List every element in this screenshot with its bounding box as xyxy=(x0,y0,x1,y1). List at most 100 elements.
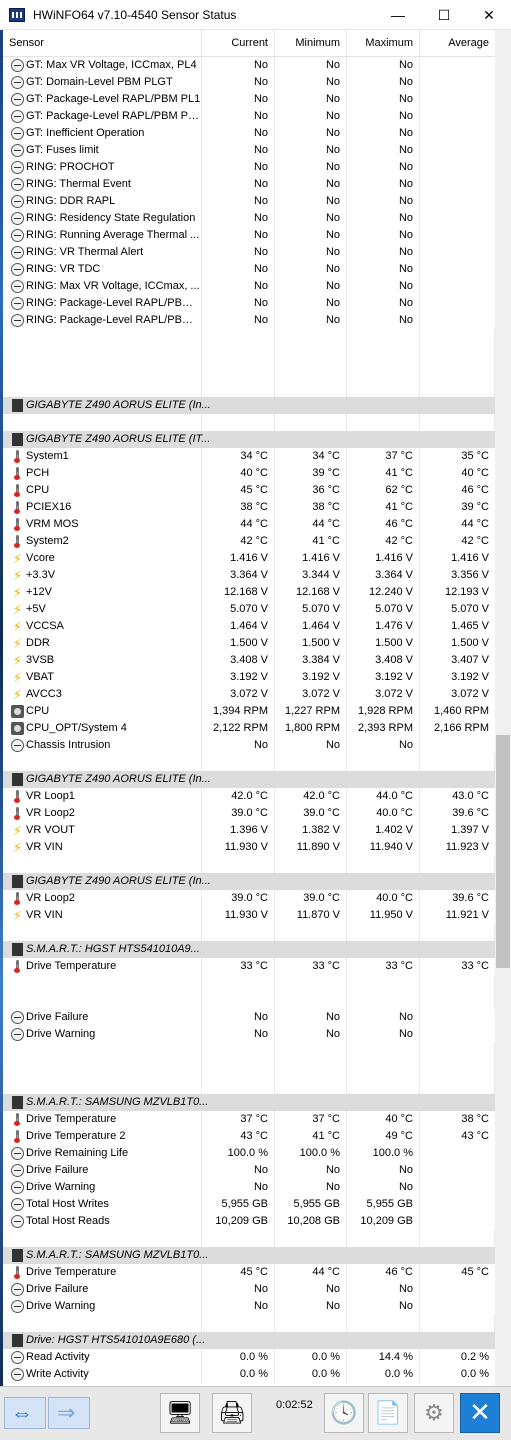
sensor-row[interactable]: RING: Thermal Event No No No xyxy=(3,176,495,193)
sensor-group-row[interactable]: GIGABYTE Z490 AORUS ELITE (IT... xyxy=(3,431,495,448)
sensor-row[interactable]: RING: Residency State Regulation No No No xyxy=(3,210,495,227)
sensor-row[interactable]: ⚡ 3VSB 3.408 V 3.384 V 3.408 V 3.407 V xyxy=(3,652,495,669)
minimum-value: 39.0 °C xyxy=(275,805,347,822)
sensor-row[interactable]: System1 34 °C 34 °C 37 °C 35 °C xyxy=(3,448,495,465)
sensor-row[interactable]: VRM MOS 44 °C 44 °C 46 °C 44 °C xyxy=(3,516,495,533)
sensor-row[interactable]: RING: PROCHOT No No No xyxy=(3,159,495,176)
minimum-value: 3.344 V xyxy=(275,567,347,584)
empty-cell xyxy=(3,346,202,363)
sensor-name: PCH xyxy=(3,465,202,482)
sensor-row[interactable]: ⚡ VR VIN 11.930 V 11.870 V 11.950 V 11.921 V xyxy=(3,907,495,924)
close-sensors-icon[interactable]: ✕ xyxy=(460,1393,500,1433)
sensor-row[interactable]: Read Activity 0.0 % 0.0 % 14.4 % 0.2 % xyxy=(3,1349,495,1366)
reset-clock-icon[interactable]: 🕓 xyxy=(324,1393,364,1433)
sensor-row[interactable]: RING: Package-Level RAPL/PBM PL1 No No No xyxy=(3,295,495,312)
sensor-row[interactable]: VR Loop2 39.0 °C 39.0 °C 40.0 °C 39.6 °C xyxy=(3,805,495,822)
sensor-row[interactable]: PCH 40 °C 39 °C 41 °C 40 °C xyxy=(3,465,495,482)
vertical-scrollbar[interactable] xyxy=(495,30,511,1388)
column-header-current[interactable]: Current xyxy=(202,30,275,57)
minimum-value: 1,227 RPM xyxy=(275,703,347,720)
sensor-row[interactable]: ⚡ DDR 1.500 V 1.500 V 1.500 V 1.500 V xyxy=(3,635,495,652)
sensor-row[interactable]: Drive Warning No No No xyxy=(3,1298,495,1315)
sensor-row[interactable]: ⚡ VCCSA 1.464 V 1.464 V 1.476 V 1.465 V xyxy=(3,618,495,635)
sensor-row[interactable]: Write Activity 0.0 % 0.0 % 0.0 % 0.0 % xyxy=(3,1366,495,1383)
sensor-group-row[interactable]: GIGABYTE Z490 AORUS ELITE (In... xyxy=(3,397,495,414)
network-monitor-icon[interactable]: 🖥 xyxy=(160,1393,200,1433)
sensor-name: Total Host Reads xyxy=(3,1213,202,1230)
sensor-row[interactable]: GT: Max VR Voltage, ICCmax, PL4 No No No xyxy=(3,57,495,74)
sensor-row[interactable]: Drive Failure No No No xyxy=(3,1009,495,1026)
current-value: No xyxy=(202,176,275,193)
sensor-row[interactable]: Total Host Writes 5,955 GB 5,955 GB 5,955 G… xyxy=(3,1196,495,1213)
current-value: No xyxy=(202,1298,275,1315)
sensor-row[interactable]: ⚡ +12V 12.168 V 12.168 V 12.240 V 12.193 V xyxy=(3,584,495,601)
sensor-row[interactable]: Drive Failure No No No xyxy=(3,1162,495,1179)
sensor-row[interactable]: RING: Package-Level RAPL/PBM ... No No No xyxy=(3,312,495,329)
sensor-row[interactable]: Drive Temperature 2 43 °C 41 °C 49 °C 43 °C xyxy=(3,1128,495,1145)
sensor-row[interactable]: VR Loop2 39.0 °C 39.0 °C 40.0 °C 39.6 °C xyxy=(3,890,495,907)
empty-cell xyxy=(3,856,202,873)
logging-icon[interactable]: 📄 xyxy=(368,1393,408,1433)
sensor-group-row[interactable]: GIGABYTE Z490 AORUS ELITE (In... xyxy=(3,873,495,890)
maximum-value: No xyxy=(347,125,420,142)
minimize-button[interactable]: — xyxy=(375,0,421,30)
sensor-row[interactable]: ⚡ +3.3V 3.364 V 3.344 V 3.364 V 3.356 V xyxy=(3,567,495,584)
column-header-sensor[interactable]: Sensor xyxy=(3,30,202,57)
empty-cell xyxy=(3,1230,202,1247)
column-header-maximum[interactable]: Maximum xyxy=(347,30,420,57)
sensor-name: Read Activity xyxy=(3,1349,202,1366)
expand-collapse-arrows-icon[interactable] xyxy=(4,1397,46,1429)
sensor-name: Vcore xyxy=(3,550,202,567)
column-header-average[interactable]: Average xyxy=(420,30,495,57)
sensor-row[interactable]: Drive Warning No No No xyxy=(3,1026,495,1043)
sensor-row[interactable]: System2 42 °C 41 °C 42 °C 42 °C xyxy=(3,533,495,550)
sensor-group-row[interactable]: S.M.A.R.T.: HGST HTS541010A9... xyxy=(3,941,495,958)
sensor-row[interactable]: GT: Domain-Level PBM PLGT No No No xyxy=(3,74,495,91)
sensor-row[interactable]: Drive Warning No No No xyxy=(3,1179,495,1196)
sensor-row[interactable]: PCIEX16 38 °C 38 °C 41 °C 39 °C xyxy=(3,499,495,516)
sensor-row[interactable]: ⚡ Vcore 1.416 V 1.416 V 1.416 V 1.416 V xyxy=(3,550,495,567)
connections-icon[interactable]: 🖨 xyxy=(212,1393,252,1433)
sensor-row[interactable]: Drive Temperature 45 °C 44 °C 46 °C 45 °C xyxy=(3,1264,495,1281)
sensor-row[interactable]: GT: Package-Level RAPL/PBM PL1 No No No xyxy=(3,91,495,108)
sensor-group-row[interactable]: GIGABYTE Z490 AORUS ELITE (In... xyxy=(3,771,495,788)
sensor-row[interactable]: CPU 1,394 RPM 1,227 RPM 1,928 RPM 1,460 RPM xyxy=(3,703,495,720)
settings-gear-icon[interactable]: ⚙ xyxy=(414,1393,454,1433)
sensor-group-row[interactable]: Drive: HGST HTS541010A9E680 (... xyxy=(3,1332,495,1349)
sensor-row[interactable]: Drive Temperature 33 °C 33 °C 33 °C 33 °C xyxy=(3,958,495,975)
sensor-row[interactable]: ⚡ VBAT 3.192 V 3.192 V 3.192 V 3.192 V xyxy=(3,669,495,686)
sensor-row[interactable]: Total Host Reads 10,209 GB 10,208 GB 10,209… xyxy=(3,1213,495,1230)
sensor-row[interactable]: GT: Inefficient Operation No No No xyxy=(3,125,495,142)
sensor-list[interactable]: GT: Max VR Voltage, ICCmax, PL4 No No No GT:… xyxy=(3,57,495,1386)
sensor-name: GT: Package-Level RAPL/PBM PL1 xyxy=(3,91,202,108)
sensor-row[interactable]: ⚡ VR VOUT 1.396 V 1.382 V 1.402 V 1.397 V xyxy=(3,822,495,839)
sensor-row[interactable]: GT: Fuses limit No No No xyxy=(3,142,495,159)
scrollbar-thumb[interactable] xyxy=(496,735,510,968)
sensor-row[interactable]: ⚡ AVCC3 3.072 V 3.072 V 3.072 V 3.072 V xyxy=(3,686,495,703)
title-bar[interactable]: HWiNFO64 v7.10-4540 Sensor Status — ☐ ✕ xyxy=(0,0,511,30)
minimum-value: No xyxy=(275,74,347,91)
sensor-row[interactable]: GT: Package-Level RAPL/PBM PL2... No No No xyxy=(3,108,495,125)
sensor-group-row[interactable]: S.M.A.R.T.: SAMSUNG MZVLB1T0... xyxy=(3,1094,495,1111)
sensor-row[interactable]: RING: VR TDC No No No xyxy=(3,261,495,278)
sensor-row[interactable]: Chassis Intrusion No No No xyxy=(3,737,495,754)
sensor-row[interactable]: Drive Remaining Life 100.0 % 100.0 % 100.0 … xyxy=(3,1145,495,1162)
sensor-row[interactable]: RING: Running Average Thermal ... No No No xyxy=(3,227,495,244)
sensor-row[interactable]: Drive Failure No No No xyxy=(3,1281,495,1298)
column-header-minimum[interactable]: Minimum xyxy=(275,30,347,57)
sensor-group-row[interactable]: S.M.A.R.T.: SAMSUNG MZVLB1T0... xyxy=(3,1247,495,1264)
sensor-row[interactable]: RING: VR Thermal Alert No No No xyxy=(3,244,495,261)
sensor-row[interactable]: CPU 45 °C 36 °C 62 °C 46 °C xyxy=(3,482,495,499)
sensor-row[interactable]: VR Loop1 42.0 °C 42.0 °C 44.0 °C 43.0 °C xyxy=(3,788,495,805)
sensor-row[interactable]: RING: Max VR Voltage, ICCmax, ... No No No xyxy=(3,278,495,295)
current-value: No xyxy=(202,1281,275,1298)
sensor-row[interactable]: ⚡ VR VIN 11.930 V 11.890 V 11.940 V 11.923 V xyxy=(3,839,495,856)
sensor-row[interactable]: CPU_OPT/System 4 2,122 RPM 1,800 RPM 2,393 … xyxy=(3,720,495,737)
maximize-button[interactable]: ☐ xyxy=(421,0,467,30)
next-arrow-icon[interactable] xyxy=(48,1397,90,1429)
empty-cell xyxy=(275,380,347,397)
sensor-row[interactable]: RING: DDR RAPL No No No xyxy=(3,193,495,210)
sensor-row[interactable]: ⚡ +5V 5.070 V 5.070 V 5.070 V 5.070 V xyxy=(3,601,495,618)
close-window-button[interactable]: ✕ xyxy=(466,0,511,30)
sensor-row[interactable]: Drive Temperature 37 °C 37 °C 40 °C 38 °C xyxy=(3,1111,495,1128)
